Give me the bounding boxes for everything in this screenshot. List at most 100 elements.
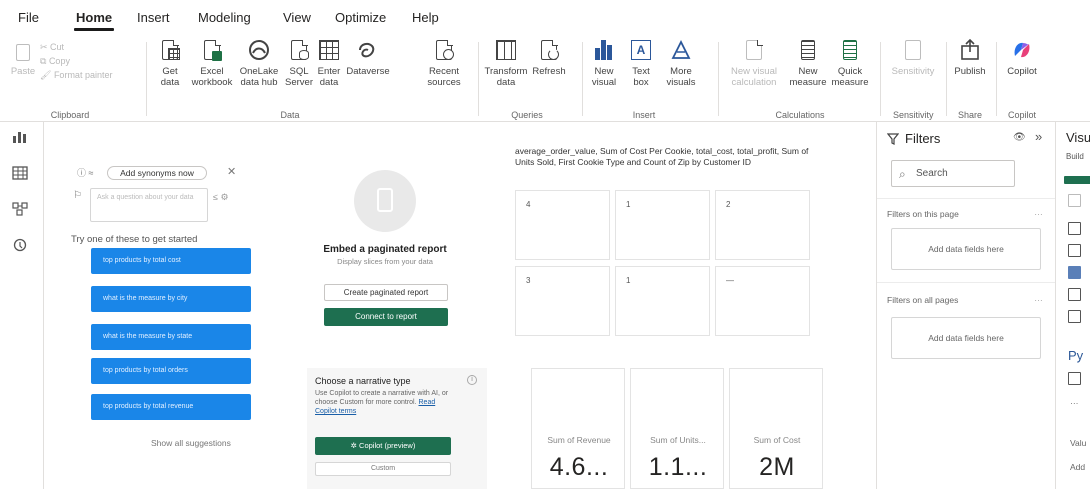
table-icon[interactable] bbox=[1068, 310, 1081, 323]
onelake-button[interactable]: OneLake data hub bbox=[236, 38, 282, 88]
copilot-label: Copilot bbox=[1007, 66, 1037, 77]
card-visual[interactable]: Sum of Cost 2M bbox=[729, 368, 823, 489]
matrix-icon[interactable] bbox=[1068, 288, 1081, 301]
all-pages-filters-dropzone[interactable]: Add data fields here bbox=[891, 317, 1041, 359]
python-visual-icon[interactable]: Py bbox=[1068, 348, 1083, 363]
table-cell: — bbox=[715, 266, 810, 336]
refresh-icon bbox=[537, 38, 561, 62]
transform-data-button[interactable]: Transform data bbox=[484, 38, 528, 88]
sensitivity-button[interactable]: Sensitivity bbox=[888, 38, 938, 77]
paginated-title: Embed a paginated report bbox=[323, 244, 447, 255]
suggestion-button[interactable]: what is the measure by state bbox=[91, 324, 251, 350]
recent-sources-button[interactable]: Recent sources bbox=[424, 38, 464, 88]
multi-row-visual: average_order_value, Sum of Cost Per Coo… bbox=[513, 146, 818, 336]
qna-question-input[interactable]: Ask a question about your data bbox=[90, 188, 208, 222]
suggestion-button[interactable]: top products by total cost bbox=[91, 248, 251, 274]
tab-view[interactable]: View bbox=[283, 10, 311, 25]
suggestion-button[interactable]: what is the measure by city bbox=[91, 286, 251, 312]
tab-file[interactable]: File bbox=[18, 10, 39, 25]
new-visual-calculation-button[interactable]: New visual calculation bbox=[726, 38, 782, 88]
refresh-button[interactable]: Refresh bbox=[530, 38, 568, 77]
enter-data-label: Enter data bbox=[317, 66, 341, 88]
excel-label: Excel workbook bbox=[191, 66, 233, 88]
tab-insert[interactable]: Insert bbox=[137, 10, 170, 25]
qna-toolbar: ⓘ ≈ Add synonyms now ✕ bbox=[77, 166, 247, 180]
onelake-label: OneLake data hub bbox=[239, 66, 279, 88]
stacked-bar-icon[interactable] bbox=[1068, 222, 1081, 235]
filters-on-all-pages-header: Filters on all pages bbox=[887, 295, 959, 305]
ribbon-divider bbox=[582, 42, 583, 116]
view-switcher-rail bbox=[0, 122, 44, 489]
table-view-icon[interactable] bbox=[11, 166, 29, 182]
tab-modeling[interactable]: Modeling bbox=[198, 10, 251, 25]
custom-narrative-button[interactable]: Custom bbox=[315, 462, 451, 476]
text-box-button[interactable]: A Text box bbox=[626, 38, 656, 88]
create-paginated-report-button[interactable]: Create paginated report bbox=[324, 284, 448, 301]
filters-search-input[interactable]: ⌕ Search bbox=[891, 160, 1015, 187]
dax-query-view-icon[interactable] bbox=[11, 238, 29, 254]
menu-bar: File Home Insert Modeling View Optimize … bbox=[0, 0, 1090, 34]
info-icon[interactable]: ⓘ ≈ bbox=[77, 166, 93, 179]
quick-measure-button[interactable]: Quick measure bbox=[830, 38, 870, 88]
card-value: 1.1... bbox=[648, 453, 708, 481]
paginated-visual-icon[interactable] bbox=[1068, 372, 1081, 385]
more-visuals-button[interactable]: More visuals bbox=[660, 38, 702, 88]
suggestion-button[interactable]: top products by total revenue bbox=[91, 394, 251, 420]
values-well-label: Valu bbox=[1070, 438, 1087, 448]
model-view-icon[interactable] bbox=[11, 202, 29, 218]
tab-home[interactable]: Home bbox=[76, 10, 112, 25]
page-filters-dropzone[interactable]: Add data fields here bbox=[891, 228, 1041, 270]
line-chart-icon[interactable] bbox=[1068, 244, 1081, 257]
get-data-button[interactable]: Get data bbox=[152, 38, 188, 88]
visualizations-pane: Visu Build Py ··· Valu Add bbox=[1055, 122, 1090, 489]
excel-workbook-button[interactable]: Excel workbook bbox=[190, 38, 234, 88]
refresh-label: Refresh bbox=[532, 66, 566, 77]
build-tab-indicator bbox=[1064, 176, 1090, 184]
report-view-icon[interactable] bbox=[11, 130, 29, 146]
more-options-icon[interactable]: … bbox=[1034, 293, 1043, 303]
shield-icon bbox=[901, 38, 925, 62]
divider bbox=[877, 282, 1055, 283]
copilot-group-label: Copilot bbox=[1007, 110, 1036, 120]
enter-data-button[interactable]: Enter data bbox=[314, 38, 344, 88]
new-measure-button[interactable]: New measure bbox=[788, 38, 828, 88]
add-synonyms-button[interactable]: Add synonyms now bbox=[107, 166, 207, 180]
tab-optimize[interactable]: Optimize bbox=[335, 10, 386, 25]
chevron-up-icon[interactable] bbox=[1068, 194, 1081, 207]
more-options-icon[interactable]: … bbox=[1034, 207, 1043, 217]
search-icon: ⌕ bbox=[899, 167, 906, 181]
connect-to-report-button[interactable]: Connect to report bbox=[324, 308, 448, 326]
settings-gear-icon[interactable]: ≤ ⚙ bbox=[213, 192, 229, 203]
visual-calc-icon bbox=[742, 38, 766, 62]
area-chart-icon[interactable] bbox=[1068, 266, 1081, 279]
format-painter-button[interactable]: 🖌 Format painter bbox=[40, 70, 112, 81]
data-group-label: Data bbox=[280, 110, 300, 120]
funnel-icon bbox=[886, 133, 900, 145]
table-cell: 1 bbox=[615, 190, 710, 260]
close-icon[interactable]: ✕ bbox=[227, 165, 236, 178]
publish-icon bbox=[958, 38, 982, 62]
ribbon-divider bbox=[946, 42, 947, 116]
suggestion-button[interactable]: top products by total orders bbox=[91, 358, 251, 384]
collapse-pane-icon[interactable]: » bbox=[1035, 129, 1042, 144]
card-visual[interactable]: Sum of Revenue 4.6... bbox=[531, 368, 625, 489]
show-all-suggestions-link[interactable]: Show all suggestions bbox=[151, 438, 231, 448]
card-visual[interactable]: Sum of Units... 1.1... bbox=[630, 368, 724, 489]
filters-title: Filters bbox=[905, 131, 941, 146]
copy-button[interactable]: ⧉ Copy bbox=[40, 56, 70, 67]
copilot-button[interactable]: Copilot bbox=[1002, 38, 1042, 77]
copilot-preview-button[interactable]: ✲ Copilot (preview) bbox=[315, 437, 451, 455]
visualizations-title: Visu bbox=[1066, 130, 1090, 145]
cut-button[interactable]: ✂ Cut bbox=[40, 42, 64, 53]
sql-server-button[interactable]: SQL Server bbox=[284, 38, 314, 88]
more-visuals-icon[interactable]: ··· bbox=[1070, 398, 1079, 408]
transform-label: Transform data bbox=[484, 66, 528, 88]
publish-button[interactable]: Publish bbox=[952, 38, 988, 77]
eye-icon[interactable]: 👁 bbox=[1013, 132, 1026, 143]
add-field-placeholder[interactable]: Add bbox=[1070, 462, 1085, 472]
tab-help[interactable]: Help bbox=[412, 10, 439, 25]
new-visual-button[interactable]: New visual bbox=[588, 38, 620, 88]
info-icon[interactable]: i bbox=[467, 375, 477, 385]
dataverse-button[interactable]: Dataverse bbox=[346, 38, 390, 77]
paste-button[interactable]: Paste bbox=[10, 38, 36, 77]
